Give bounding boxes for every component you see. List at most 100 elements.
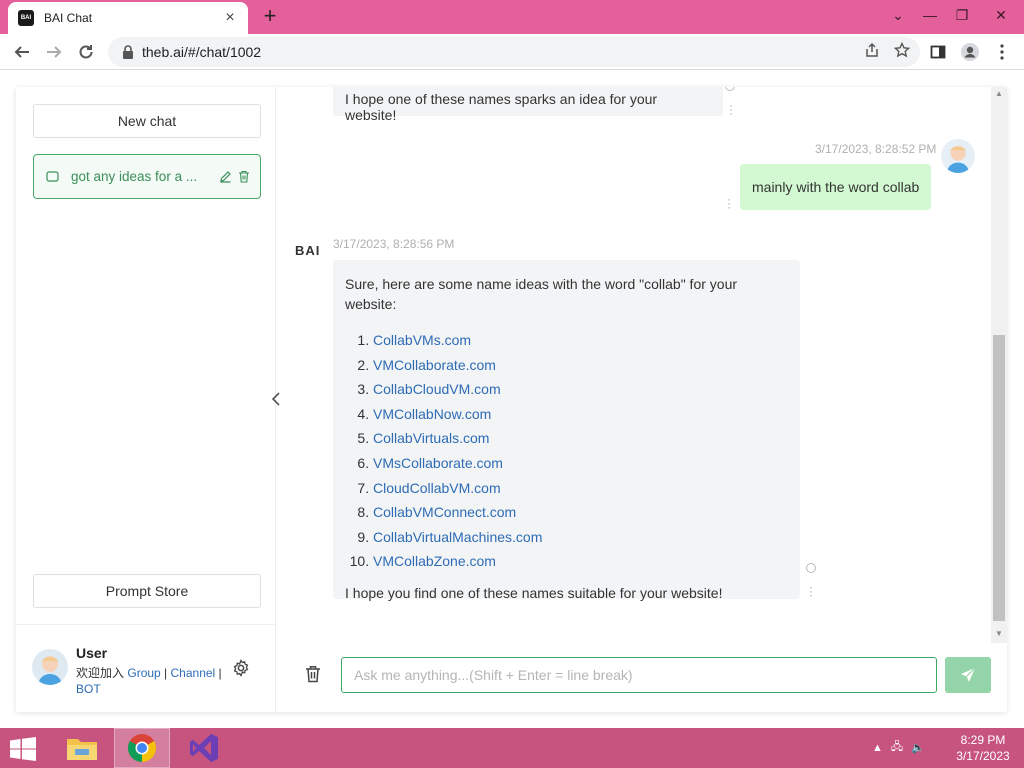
list-item: CollabCloudVM.com — [373, 377, 788, 402]
browser-menu-button[interactable] — [990, 40, 1014, 64]
forward-button[interactable] — [42, 40, 66, 64]
avatar-icon — [38, 656, 62, 685]
message-options-icon[interactable]: · · · — [729, 99, 733, 119]
bot-outro-text: I hope you find one of these names suita… — [345, 584, 723, 601]
system-tray: ▲ 🖧 🔈 — [872, 738, 925, 757]
tab-close-icon[interactable]: × — [222, 10, 238, 26]
bai-favicon-icon: BAI — [18, 10, 34, 26]
chat-app: New chat got any ideas for a ... Prompt … — [16, 87, 1007, 712]
taskbar-clock[interactable]: 8:29 PM 3/17/2023 — [948, 732, 1018, 764]
share-icon[interactable] — [864, 42, 880, 58]
message-scrollbar[interactable]: ▲ ▼ — [991, 87, 1007, 643]
profile-icon — [961, 43, 979, 61]
back-button[interactable] — [10, 40, 34, 64]
browser-tab-strip: BAI BAI Chat × + ⌄ — ❐ ✕ — [0, 0, 1024, 34]
list-item-link: CollabCloudVM.com — [373, 381, 501, 398]
message-list: I hope one of these names sparks an idea… — [277, 87, 1007, 643]
clear-chat-button[interactable] — [302, 663, 324, 685]
clock-time: 8:29 PM — [960, 733, 1006, 747]
user-links: 欢迎加入 Group | Channel | BOT — [76, 666, 222, 696]
user-message-time: 3/17/2023, 8:28:52 PM — [815, 142, 937, 156]
new-tab-button[interactable]: + — [258, 4, 282, 28]
chat-bubble-icon — [46, 170, 59, 182]
list-item-link: CollabVMs.com — [373, 332, 472, 348]
browser-toolbar: theb.ai/#/chat/1002 — [0, 34, 1024, 70]
user-name: User — [76, 645, 108, 661]
scroll-down-arrow-icon[interactable]: ▼ — [991, 627, 1007, 641]
chrome-icon — [128, 734, 156, 762]
tab-search-chevron-icon[interactable]: ⌄ — [882, 0, 914, 30]
volume-icon[interactable]: 🔈 — [911, 741, 925, 754]
tab-title: BAI Chat — [44, 11, 93, 25]
previous-bot-text: I hope one of these names sparks an idea… — [345, 91, 658, 123]
reload-button[interactable] — [74, 40, 98, 64]
user-avatar[interactable] — [32, 649, 68, 685]
bai-logo-icon: BAI — [295, 243, 321, 258]
list-item: VMCollabNow.com — [373, 402, 788, 427]
delete-chat-icon[interactable] — [238, 170, 250, 183]
restore-button[interactable]: ❐ — [946, 0, 978, 30]
visual-studio-icon — [190, 734, 218, 762]
list-item-link: CollabVirtualMachines.com — [373, 528, 543, 545]
chat-input[interactable] — [341, 657, 937, 693]
window-close-button[interactable]: ✕ — [978, 0, 1024, 30]
list-item: CloudCollabVM.com — [373, 476, 788, 501]
clock-date: 3/17/2023 — [956, 749, 1010, 763]
copy-status-icon — [725, 87, 735, 91]
message-options-icon[interactable]: · · · — [809, 581, 813, 601]
scrollbar-thumb[interactable] — [993, 335, 1005, 621]
list-item: CollabVirtualMachines.com — [373, 525, 788, 550]
bot-link[interactable]: BOT — [76, 682, 101, 696]
windows-taskbar: ▲ 🖧 🔈 8:29 PM 3/17/2023 — [0, 728, 1024, 768]
send-button[interactable] — [945, 657, 991, 693]
reload-icon — [79, 45, 93, 59]
prompt-store-button[interactable]: Prompt Store — [33, 574, 261, 608]
send-icon — [961, 667, 976, 682]
side-panel-icon — [930, 45, 946, 59]
chat-main: I hope one of these names sparks an idea… — [277, 87, 1007, 712]
list-item-link: CollabVirtuals.com — [373, 430, 490, 447]
chat-title: got any ideas for a ... — [71, 169, 198, 184]
list-item-link: VMsCollaborate.com — [373, 454, 503, 471]
settings-button[interactable] — [231, 658, 251, 678]
list-item: VMCollaborate.com — [373, 353, 788, 378]
list-item: CollabVirtuals.com — [373, 426, 788, 451]
kebab-menu-icon — [1000, 44, 1004, 60]
sidebar: New chat got any ideas for a ... Prompt … — [16, 87, 276, 712]
browser-tab-active[interactable]: BAI BAI Chat × — [8, 2, 248, 34]
minimize-button[interactable]: — — [914, 0, 946, 30]
taskbar-file-explorer[interactable] — [54, 728, 110, 768]
tray-chevron-icon[interactable]: ▲ — [872, 742, 883, 754]
side-panel-button[interactable] — [926, 40, 950, 64]
join-text: 欢迎加入 — [76, 666, 125, 680]
previous-bot-message: I hope one of these names sparks an idea… — [333, 87, 723, 123]
user-message-bubble: mainly with the word collab — [740, 164, 932, 210]
copy-status-icon — [806, 563, 816, 573]
name-ideas-list: CollabVMs.com VMCollaborate.com CollabCl… — [373, 328, 788, 574]
address-bar[interactable]: theb.ai/#/chat/1002 — [108, 37, 920, 67]
windows-logo-icon — [10, 737, 36, 761]
user-message-text: mainly with the word collab — [752, 179, 920, 195]
list-item-link: CloudCollabVM.com — [373, 479, 501, 496]
scroll-up-arrow-icon[interactable]: ▲ — [991, 87, 1007, 101]
new-chat-button[interactable]: New chat — [33, 104, 261, 138]
bookmark-star-icon[interactable] — [894, 42, 910, 58]
url-text: theb.ai/#/chat/1002 — [142, 44, 262, 60]
network-icon[interactable]: 🖧 — [891, 738, 903, 757]
list-item: VMsCollaborate.com — [373, 451, 788, 476]
taskbar-visual-studio[interactable] — [176, 728, 232, 768]
lock-icon — [123, 45, 133, 59]
taskbar-chrome[interactable] — [114, 728, 170, 768]
edit-icon[interactable] — [219, 170, 232, 183]
start-button[interactable] — [8, 736, 38, 762]
group-link[interactable]: Group — [127, 666, 160, 680]
bot-message-time: 3/17/2023, 8:28:56 PM — [333, 237, 455, 251]
list-item: CollabVMs.com — [373, 328, 788, 353]
list-item-link: VMCollabNow.com — [373, 405, 492, 422]
user-message-avatar — [941, 139, 975, 173]
channel-link[interactable]: Channel — [171, 666, 216, 680]
gear-icon — [233, 659, 249, 677]
message-options-icon[interactable]: · · · — [727, 193, 731, 213]
sidebar-chat-item[interactable]: got any ideas for a ... — [33, 154, 261, 199]
profile-button[interactable] — [958, 40, 982, 64]
